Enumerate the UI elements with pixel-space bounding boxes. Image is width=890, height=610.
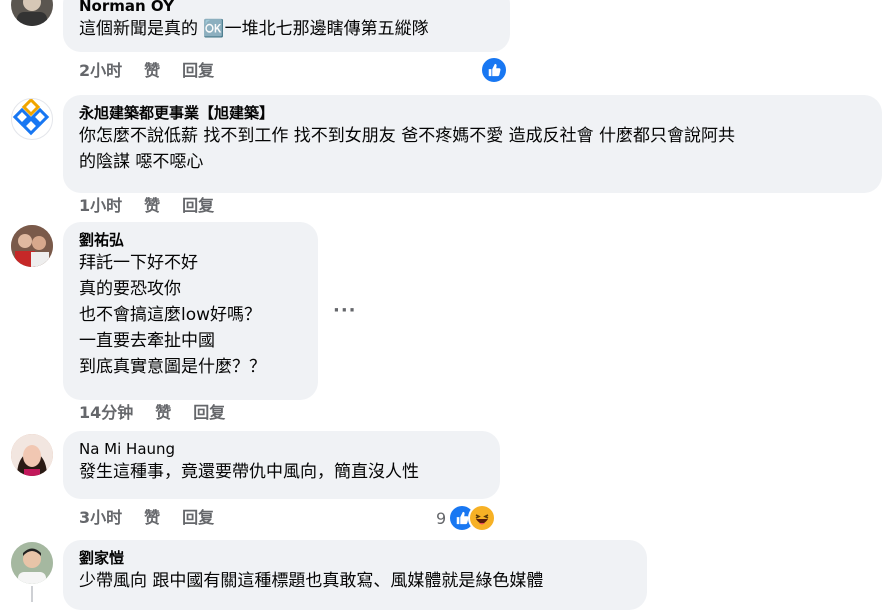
comment-bubble: 劉祐弘 拜託一下好不好 真的要恐攻你 也不會搞這麼low好嗎？ 一直要去牽扯中國…: [63, 222, 318, 400]
comment-actions: 2小时 赞 回复: [79, 61, 214, 81]
comment-author[interactable]: 永旭建築都更事業【旭建築】: [79, 103, 866, 123]
reaction-count: 9: [436, 508, 447, 528]
comment-actions: 3小时 赞 回复: [79, 508, 214, 528]
avatar[interactable]: [11, 542, 53, 584]
like-button[interactable]: 赞: [155, 403, 171, 423]
comment-bubble: 劉家愷 少帶風向 跟中國有關這種標題也真敢寫、風媒體就是綠色媒體: [63, 540, 647, 610]
comment-actions: 14分钟 赞 回复: [79, 403, 225, 423]
comment-bubble: 永旭建築都更事業【旭建築】 你怎麼不說低薪 找不到工作 找不到女朋友 爸不疼媽不…: [63, 95, 882, 193]
comment-author[interactable]: Na Mi Haung: [79, 439, 484, 459]
comment-text: 拜託一下好不好 真的要恐攻你 也不會搞這麼low好嗎？ 一直要去牽扯中國 到底真…: [79, 253, 266, 377]
comment-text: 少帶風向 跟中國有關這種標題也真敢寫、風媒體就是綠色媒體: [79, 571, 544, 591]
comment-actions: 1小时 赞 回复: [79, 196, 214, 216]
avatar[interactable]: [11, 434, 53, 476]
like-button[interactable]: 赞: [144, 61, 160, 81]
comment-text: 你怎麼不說低薪 找不到工作 找不到女朋友 爸不疼媽不愛 造成反社會 什麼都只會說…: [79, 126, 736, 172]
like-button[interactable]: 赞: [144, 196, 160, 216]
comment-bubble: Norman OY 這個新聞是真的 🆗一堆北七那邊瞎傳第五縱隊: [63, 0, 510, 52]
reactions-summary[interactable]: [480, 56, 508, 84]
reply-button[interactable]: 回复: [193, 403, 225, 423]
comment-author[interactable]: Norman OY: [79, 0, 494, 16]
haha-icon: [468, 504, 497, 532]
thread-line: [31, 586, 33, 602]
comment-time[interactable]: 2小时: [79, 61, 122, 81]
comment-author[interactable]: 劉祐弘: [79, 230, 302, 250]
more-options-button[interactable]: ···: [333, 300, 357, 321]
reply-button[interactable]: 回复: [182, 508, 214, 528]
like-icon: [480, 56, 508, 84]
comment-text: 這個新聞是真的 🆗一堆北七那邊瞎傳第五縱隊: [79, 19, 429, 39]
reactions-summary[interactable]: 9: [436, 504, 497, 532]
reply-button[interactable]: 回复: [182, 196, 214, 216]
reply-button[interactable]: 回复: [182, 61, 214, 81]
like-button[interactable]: 赞: [144, 508, 160, 528]
avatar[interactable]: [11, 98, 53, 140]
comment-time[interactable]: 3小时: [79, 508, 122, 528]
avatar[interactable]: [11, 0, 53, 26]
comment-author[interactable]: 劉家愷: [79, 548, 631, 568]
comment-bubble: Na Mi Haung 發生這種事，竟還要帶仇中風向，簡直沒人性: [63, 431, 500, 499]
comment-time[interactable]: 1小时: [79, 196, 122, 216]
comment-time[interactable]: 14分钟: [79, 403, 133, 423]
avatar[interactable]: [11, 225, 53, 267]
comment-text: 發生這種事，竟還要帶仇中風向，簡直沒人性: [79, 462, 419, 482]
